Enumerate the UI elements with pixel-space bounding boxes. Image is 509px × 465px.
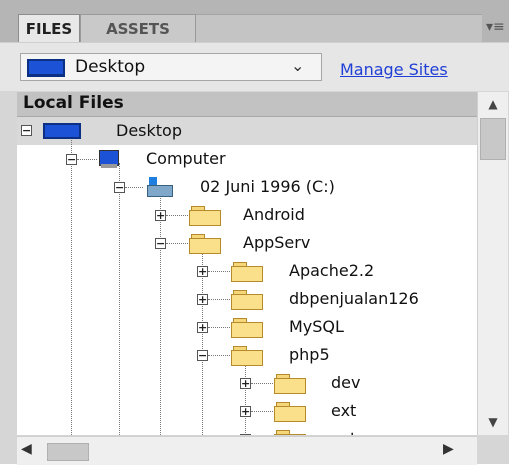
tab-bar: FILES ASSETS ▾≡	[0, 0, 509, 43]
folder-icon	[189, 206, 221, 226]
tree-node-appserv[interactable]: − AppServ	[17, 229, 477, 257]
tree-label-ext: ext	[331, 401, 357, 420]
local-files-header[interactable]: Local Files	[17, 92, 477, 117]
folder-icon	[274, 374, 306, 394]
tree-label-dbpenjualan: dbpenjualan126	[289, 289, 419, 308]
collapse-icon[interactable]: −	[66, 154, 77, 165]
tree-guide-line	[77, 159, 97, 160]
computer-base-icon	[101, 164, 117, 168]
tree-node-mysql[interactable]: + MySQL	[17, 313, 477, 341]
tree-node-apache[interactable]: + Apache2.2	[17, 257, 477, 285]
scroll-right-icon[interactable]: ▶	[443, 441, 454, 457]
collapse-icon[interactable]: −	[155, 238, 166, 249]
collapse-icon[interactable]: −	[21, 125, 32, 136]
tree-guide-line	[166, 243, 188, 244]
scroll-left-icon[interactable]: ◀	[21, 441, 32, 457]
expand-icon[interactable]: +	[240, 406, 251, 417]
scroll-down-icon[interactable]: ▼	[478, 410, 508, 434]
horizontal-scrollbar[interactable]: ◀ ▶	[17, 436, 477, 465]
windows-logo-icon	[149, 177, 157, 185]
folder-open-icon	[189, 234, 221, 254]
expand-icon[interactable]: +	[197, 266, 208, 277]
file-tree: − Desktop − Computer − 02 Juni 1996 (C:)…	[17, 117, 477, 435]
folder-icon	[274, 430, 306, 435]
folder-icon	[231, 290, 263, 310]
tree-guide-line	[125, 187, 143, 188]
tree-node-php5[interactable]: − php5	[17, 341, 477, 369]
collapse-icon[interactable]: −	[197, 350, 208, 361]
collapse-icon[interactable]: −	[114, 182, 125, 193]
tree-node-computer[interactable]: − Computer	[17, 145, 477, 173]
vertical-scrollbar[interactable]: ▲ ▼	[477, 92, 508, 435]
tree-label-computer: Computer	[146, 149, 226, 168]
monitor-icon	[43, 123, 81, 139]
expand-icon[interactable]: +	[155, 210, 166, 221]
tree-guide-line	[208, 299, 230, 300]
local-files-label: Local Files	[23, 93, 124, 113]
tree-label-extras: extras	[331, 429, 381, 435]
folder-icon	[231, 262, 263, 282]
panel-options-icon[interactable]: ▾≡	[486, 16, 505, 38]
tree-node-desktop[interactable]: − Desktop	[17, 117, 477, 145]
tree-guide-line	[208, 327, 230, 328]
tree-guide-line	[208, 271, 230, 272]
tree-node-android[interactable]: + Android	[17, 201, 477, 229]
tab-bar-filler	[196, 14, 482, 43]
expand-icon[interactable]: +	[240, 434, 251, 435]
tree-node-drive[interactable]: − 02 Juni 1996 (C:)	[17, 173, 477, 201]
tree-label-android: Android	[243, 205, 305, 224]
tree-label-apache: Apache2.2	[289, 261, 375, 280]
tree-guide-line	[251, 383, 273, 384]
tree-label-drive: 02 Juni 1996 (C:)	[200, 177, 335, 196]
chevron-down-icon: ⌄	[291, 56, 305, 75]
tree-label-desktop: Desktop	[116, 121, 182, 140]
tree-guide-line	[251, 411, 273, 412]
folder-open-icon	[231, 346, 263, 366]
tree-node-extras[interactable]: + extras	[17, 425, 477, 435]
tree-label-appserv: AppServ	[243, 233, 311, 252]
manage-sites-link[interactable]: Manage Sites	[340, 60, 448, 79]
tab-assets[interactable]: ASSETS	[80, 14, 196, 42]
monitor-icon	[27, 59, 65, 77]
expand-icon[interactable]: +	[197, 294, 208, 305]
files-panel: FILES ASSETS ▾≡ Desktop ⌄ Manage Sites L…	[0, 0, 509, 465]
vertical-scroll-thumb[interactable]	[480, 118, 506, 160]
tree-label-mysql: MySQL	[289, 317, 344, 336]
tree-label-dev: dev	[331, 373, 361, 392]
drive-icon	[147, 185, 173, 197]
expand-icon[interactable]: +	[197, 322, 208, 333]
expand-icon[interactable]: +	[240, 378, 251, 389]
tree-label-php5: php5	[289, 345, 330, 364]
scroll-up-icon[interactable]: ▲	[478, 92, 508, 116]
tree-guide-line	[208, 355, 230, 356]
tree-node-dbpenjualan[interactable]: + dbpenjualan126	[17, 285, 477, 313]
tree-node-dev[interactable]: + dev	[17, 369, 477, 397]
tree-node-ext[interactable]: + ext	[17, 397, 477, 425]
horizontal-scroll-thumb[interactable]	[47, 443, 89, 461]
tab-files[interactable]: FILES	[18, 14, 80, 42]
tree-guide-line	[166, 215, 188, 216]
folder-icon	[231, 318, 263, 338]
site-select[interactable]: Desktop ⌄	[20, 53, 322, 81]
site-select-label: Desktop	[75, 57, 146, 77]
folder-icon	[274, 402, 306, 422]
